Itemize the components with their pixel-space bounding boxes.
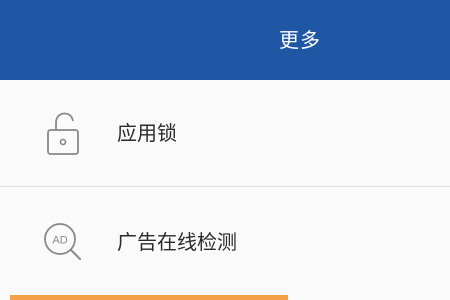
ad-search-icon: AD xyxy=(38,217,88,267)
menu-item-label: 应用锁 xyxy=(117,121,177,145)
accent-strip xyxy=(10,295,288,300)
menu-item-app-lock[interactable]: 应用锁 xyxy=(0,80,450,187)
ad-icon-text: AD xyxy=(52,234,67,246)
more-screen: 更多 应用锁 AD 广告在线检测 xyxy=(0,0,450,300)
menu-item-ad-detection[interactable]: AD 广告在线检测 xyxy=(0,187,450,297)
page-title: 更多 xyxy=(279,28,321,52)
top-bar: 更多 xyxy=(0,0,450,80)
menu-item-label: 广告在线检测 xyxy=(117,229,237,254)
lock-icon xyxy=(38,108,88,158)
menu-list: 应用锁 AD 广告在线检测 xyxy=(0,80,450,297)
